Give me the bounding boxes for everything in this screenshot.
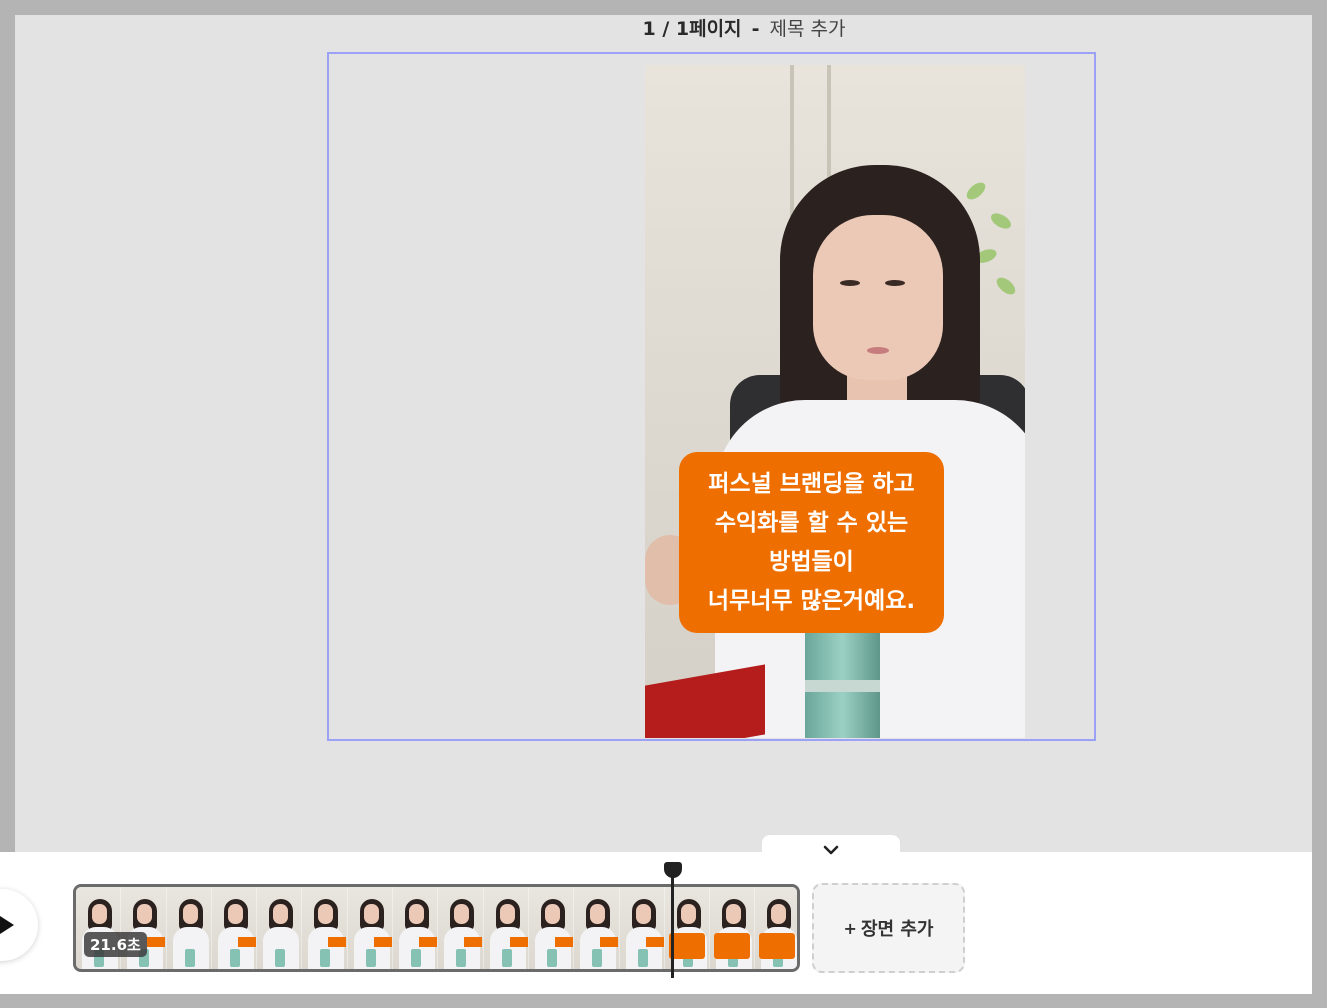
plant-leaf: [988, 210, 1014, 232]
person-face: [813, 215, 943, 380]
clip-thumbnail: [211, 887, 258, 969]
collapse-timeline-button[interactable]: [762, 835, 900, 865]
play-icon: [0, 916, 14, 934]
page-index: 1 / 1페이지: [642, 18, 742, 40]
plant-leaf: [963, 179, 989, 203]
clip-thumbnail: [393, 887, 439, 969]
caption-box[interactable]: 퍼스널 브랜딩을 하고 수익화를 할 수 있는 방법들이 너무너무 많은거예요.: [679, 452, 944, 633]
scene-clip[interactable]: [73, 884, 800, 972]
person-mouth: [867, 347, 889, 354]
tumbler-band: [805, 680, 880, 692]
add-scene-button[interactable]: + 장면 추가: [812, 883, 965, 973]
add-scene-plus: +: [843, 918, 857, 938]
plant-leaf: [993, 274, 1019, 298]
caption-line: 퍼스널 브랜딩을 하고: [708, 470, 915, 497]
clip-thumbnail: [710, 887, 756, 969]
caption-line: 수익화를 할 수 있는: [714, 509, 909, 536]
clip-thumbnail: [302, 887, 348, 969]
clip-thumbnail: [619, 887, 665, 969]
add-scene-label: 장면 추가: [860, 919, 934, 940]
chevron-down-icon: [823, 845, 839, 855]
caption-line: 방법들이: [769, 548, 854, 575]
clip-thumbnail: [347, 887, 394, 969]
playhead-line[interactable]: [671, 872, 674, 978]
page-title: 1 / 1페이지 - 제목 추가: [0, 14, 1327, 41]
video-element[interactable]: [645, 65, 1025, 738]
clip-thumbnail: [528, 887, 575, 969]
person-eye: [840, 280, 860, 286]
clip-thumbnail: [755, 887, 797, 969]
desk-object: [645, 664, 765, 738]
clip-thumbnail: [166, 887, 212, 969]
clip-thumbnail: [483, 887, 529, 969]
page-name[interactable]: 제목 추가: [770, 18, 846, 40]
caption-line: 너무너무 많은거예요.: [707, 587, 916, 614]
title-separator: -: [751, 18, 760, 40]
clip-thumbnail: [257, 887, 303, 969]
clip-duration-badge: 21.6초: [84, 932, 147, 957]
person-eye: [885, 280, 905, 286]
clip-thumbnail: [574, 887, 620, 969]
panel-edge: [1312, 852, 1327, 994]
clip-thumbnail: [438, 887, 484, 969]
